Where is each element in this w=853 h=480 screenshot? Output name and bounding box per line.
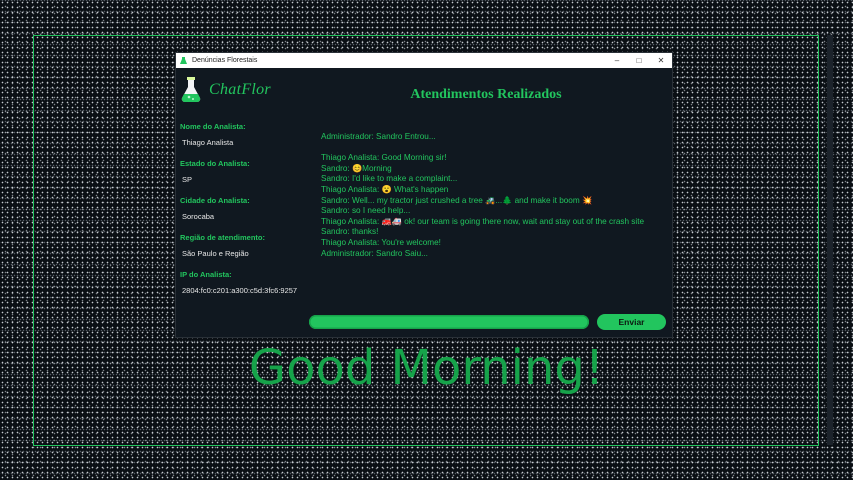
chat-message: Thiago Analista: 🚒🚑 ok! our team is goin… [321, 216, 645, 226]
analyst-state-field: Estado do Analista: SP [180, 159, 304, 196]
analyst-region-field: Região de atendimento: São Paulo e Regiã… [180, 233, 304, 270]
send-button[interactable]: Enviar [597, 314, 666, 330]
chat-message: Sandro: Well... my tractor just crushed … [321, 195, 593, 205]
field-value: Sorocaba [182, 212, 215, 221]
maximize-button[interactable]: □ [628, 56, 650, 65]
chat-message: Thiago Analista: 😮 What's happen [321, 184, 449, 194]
page-title: Atendimentos Realizados [410, 87, 562, 102]
chat-message: Sandro: I'd like to make a complaint... [321, 174, 458, 184]
analyst-city-field: Cidade do Analista: Sorocaba [180, 196, 304, 233]
analyst-ip-field: IP do Analista: 2804:fc0:c201:a300:c5d:3… [180, 270, 304, 307]
minimize-button[interactable]: – [606, 56, 628, 65]
field-value: Thiago Analista [182, 138, 234, 147]
field-label: IP do Analista: [180, 270, 232, 279]
chat-message: Sandro: thanks! [321, 227, 379, 237]
field-value: SP [182, 175, 193, 184]
chat-message: Administrador: Sandro Saiu... [321, 248, 428, 258]
window-content: ChatFlor Atendimentos Realizados Nome do… [176, 68, 672, 337]
field-label: Cidade do Analista: [180, 196, 250, 205]
chat-message: Sandro: 😊Morning [321, 163, 392, 173]
field-label: Nome do Analista: [180, 122, 246, 131]
message-input[interactable] [309, 315, 589, 329]
chat-message: Thiago Analista: You're welcome! [321, 237, 441, 247]
field-value: São Paulo e Região [182, 249, 249, 258]
close-button[interactable]: ✕ [650, 56, 672, 65]
chat-spacer [321, 143, 661, 154]
app-window: Denúncias Florestais – □ ✕ ChatFlor Aten… [176, 53, 672, 337]
brand-logo: ChatFlor [179, 76, 271, 104]
chat-message: Administrador: Sandro Entrou... [321, 132, 436, 141]
title-bar: Denúncias Florestais – □ ✕ [176, 53, 672, 68]
field-value: 2804:fc0:c201:a300:c5d:3fc6:9257 [182, 286, 298, 295]
flask-icon [181, 77, 201, 103]
app-icon [179, 56, 188, 65]
chat-message: Sandro: so I need help... [321, 206, 411, 216]
brand-name: ChatFlor [209, 81, 271, 98]
field-label: Região de atendimento: [180, 233, 266, 242]
video-caption: Good Morning! [248, 340, 605, 396]
field-label: Estado do Analista: [180, 159, 250, 168]
analyst-name-field: Nome do Analista: Thiago Analista [180, 122, 304, 159]
analyst-info-panel: Nome do Analista: Thiago Analista Estado… [180, 122, 304, 307]
window-title: Denúncias Florestais [192, 57, 258, 64]
chat-log: Administrador: Sandro Entrou... Thiago A… [321, 132, 661, 259]
chat-message: Thiago Analista: Good Morning sir! [321, 153, 447, 163]
